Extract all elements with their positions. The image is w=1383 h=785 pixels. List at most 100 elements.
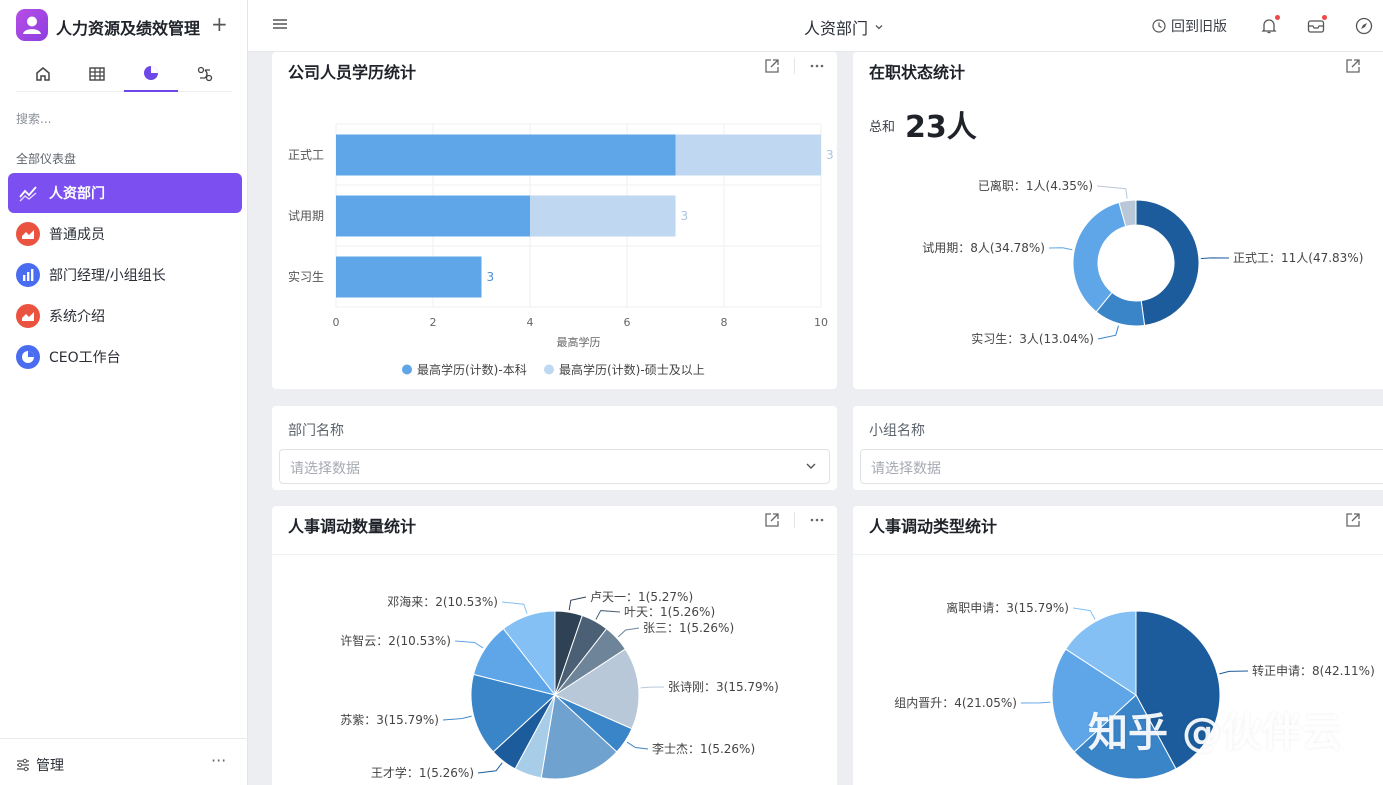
menu-icon[interactable] — [272, 16, 288, 36]
bar-chart-icon — [16, 263, 40, 287]
sidebar-item-label: 人资部门 — [49, 186, 105, 202]
select-placeholder: 请选择数据 — [871, 461, 941, 477]
app-header: 人力资源及绩效管理 + — [16, 8, 236, 42]
settings-sliders-icon — [17, 758, 29, 772]
watermark: 知乎 @伙伴云 — [1088, 710, 1342, 756]
area-chart-icon — [16, 304, 40, 328]
sidebar-item-regular-members[interactable]: 普通成员 — [8, 214, 242, 254]
sidebar-item-label: 系统介绍 — [49, 309, 105, 325]
back-to-old-version-button[interactable]: 回到旧版 — [1152, 16, 1227, 36]
x-tick-label: 10 — [814, 316, 828, 329]
transfer-count-pie-chart: 卢天一：1(5.27%)叶天：1(5.26%) 张三：1(5.26%) 张诗刚：3(… — [340, 589, 779, 780]
filter-label: 部门名称 — [288, 423, 344, 439]
sidebar-item-label: 部门经理/小组组长 — [49, 268, 166, 284]
department-select[interactable]: 请选择数据 — [279, 449, 830, 484]
pie-leader-line — [454, 640, 484, 649]
x-tick-label: 6 — [624, 316, 631, 329]
app-logo-icon[interactable] — [16, 9, 48, 41]
pie-slice-label: 叶天：1(5.26%) — [624, 605, 715, 619]
pie-slice-label: 张诗刚：3(15.79%) — [668, 680, 779, 694]
bar-data-label: 3 — [487, 270, 495, 284]
tab-home[interactable] — [16, 56, 70, 92]
x-axis-label: 最高学历 — [557, 335, 601, 349]
pie-slice-label: 正式工：11人(47.83%) — [1233, 251, 1363, 265]
tab-workflow[interactable] — [178, 56, 232, 92]
bar — [336, 256, 482, 298]
y-tick-label: 实习生 — [288, 269, 324, 284]
group-select[interactable]: 请选择数据 — [860, 449, 1383, 484]
sidebar-item-system-intro[interactable]: 系统介绍 — [8, 296, 242, 336]
app-title[interactable]: 人力资源及绩效管理 — [56, 15, 200, 39]
inbox-dot — [1322, 15, 1327, 20]
sidebar-search-input[interactable]: 搜索... — [16, 110, 51, 127]
pie-leader-line — [1072, 607, 1096, 620]
legend-label: 最高学历(计数)-硕士及以上 — [559, 362, 705, 377]
pie-slice-label: 离职申请：3(15.79%) — [946, 600, 1069, 615]
y-tick-label: 试用期 — [288, 208, 324, 223]
pie-slice-label: 王才学：1(5.26%) — [371, 765, 474, 780]
pie-slice-label: 已离职：1人(4.35%) — [978, 178, 1093, 193]
area-chart-icon — [16, 222, 40, 246]
notification-bell-icon[interactable] — [1259, 15, 1280, 36]
pie-leader-line — [1200, 257, 1230, 260]
back-old-label: 回到旧版 — [1171, 19, 1227, 35]
chevron-down-icon — [806, 463, 816, 469]
bar-data-label: 3 — [681, 209, 689, 223]
pie-leader-line — [1097, 325, 1119, 340]
status-chart-card: 在职状态统计 总和 23人 正式工：11人(47.83%) 实习生：3人(13.0… — [853, 52, 1383, 389]
pie-slice-label: 组内晋升：4(21.05%) — [894, 696, 1017, 710]
more-icon[interactable]: ··· — [211, 751, 226, 770]
add-icon[interactable]: + — [211, 10, 228, 38]
legend-marker — [402, 364, 412, 375]
sidebar-item-label: 普通成员 — [49, 227, 105, 243]
history-icon — [1152, 19, 1166, 33]
line-chart-icon — [16, 181, 40, 205]
pie-slice — [1072, 201, 1127, 313]
pie-slice-label: 试用期：8人(34.78%) — [922, 240, 1045, 255]
topbar: 人资部门 回到旧版 — [248, 0, 1383, 52]
group-filter-card: 小组名称 请选择数据 — [853, 406, 1383, 490]
education-chart-card: 公司人员学历统计 0246810正式工73试用期43实习生3最高学历最高学历(计… — [272, 52, 837, 389]
pie-leader-line — [595, 610, 621, 620]
x-tick-label: 4 — [527, 316, 534, 329]
pie-slice-label: 转正申请：8(42.11%) — [1252, 663, 1375, 678]
pie-slice-label: 许智云：2(10.53%) — [340, 633, 451, 648]
pie-slice-label: 实习生：3人(13.04%) — [971, 331, 1094, 346]
bar — [336, 134, 676, 176]
manage-button[interactable]: 管理 — [16, 755, 64, 775]
page-title-dropdown[interactable]: 人资部门 — [804, 15, 884, 39]
chevron-down-icon — [875, 25, 883, 30]
x-tick-label: 0 — [333, 316, 340, 329]
sidebar-item-ceo-workbench[interactable]: CEO工作台 — [8, 337, 242, 377]
pie-slice-label: 卢天一：1(5.27%) — [590, 589, 693, 604]
inbox-icon[interactable] — [1306, 15, 1327, 36]
pie-slice-label: 李士杰：1(5.26%) — [652, 741, 755, 756]
pie-leader-line — [626, 741, 649, 750]
x-tick-label: 2 — [430, 316, 437, 329]
legend-marker — [544, 364, 554, 375]
y-tick-label: 正式工 — [288, 148, 324, 162]
pie-leader-line — [1219, 670, 1249, 675]
x-tick-label: 8 — [721, 316, 728, 329]
tab-dashboard[interactable] — [124, 56, 178, 92]
sidebar: 人力资源及绩效管理 + 搜索... 全部仪表盘 人资部门 普通成员 部门经理/小… — [0, 0, 248, 785]
bar — [336, 195, 530, 237]
tab-table[interactable] — [70, 56, 124, 92]
pie-leader-line — [442, 715, 472, 721]
select-placeholder: 请选择数据 — [290, 461, 360, 477]
pie-leader-line — [477, 762, 503, 774]
sidebar-item-hr-department[interactable]: 人资部门 — [8, 173, 242, 213]
pie-slice-label: 张三：1(5.26%) — [643, 621, 734, 635]
sidebar-item-managers[interactable]: 部门经理/小组组长 — [8, 255, 242, 295]
education-bar-chart: 0246810正式工73试用期43实习生3最高学历最高学历(计数)-本科最高学历… — [288, 123, 834, 377]
sidebar-item-label: CEO工作台 — [49, 350, 121, 366]
pie-chart-icon — [16, 345, 40, 369]
filter-label: 小组名称 — [869, 423, 925, 439]
compass-icon[interactable] — [1354, 16, 1374, 36]
sidebar-nav-tabs — [16, 56, 232, 92]
notification-dot — [1275, 15, 1280, 20]
bar — [675, 134, 821, 176]
legend-label: 最高学历(计数)-本科 — [417, 362, 527, 377]
status-donut-chart: 正式工：11人(47.83%) 实习生：3人(13.04%) 试用期：8人(34.7… — [922, 178, 1363, 346]
bar-data-label: 3 — [826, 148, 834, 162]
